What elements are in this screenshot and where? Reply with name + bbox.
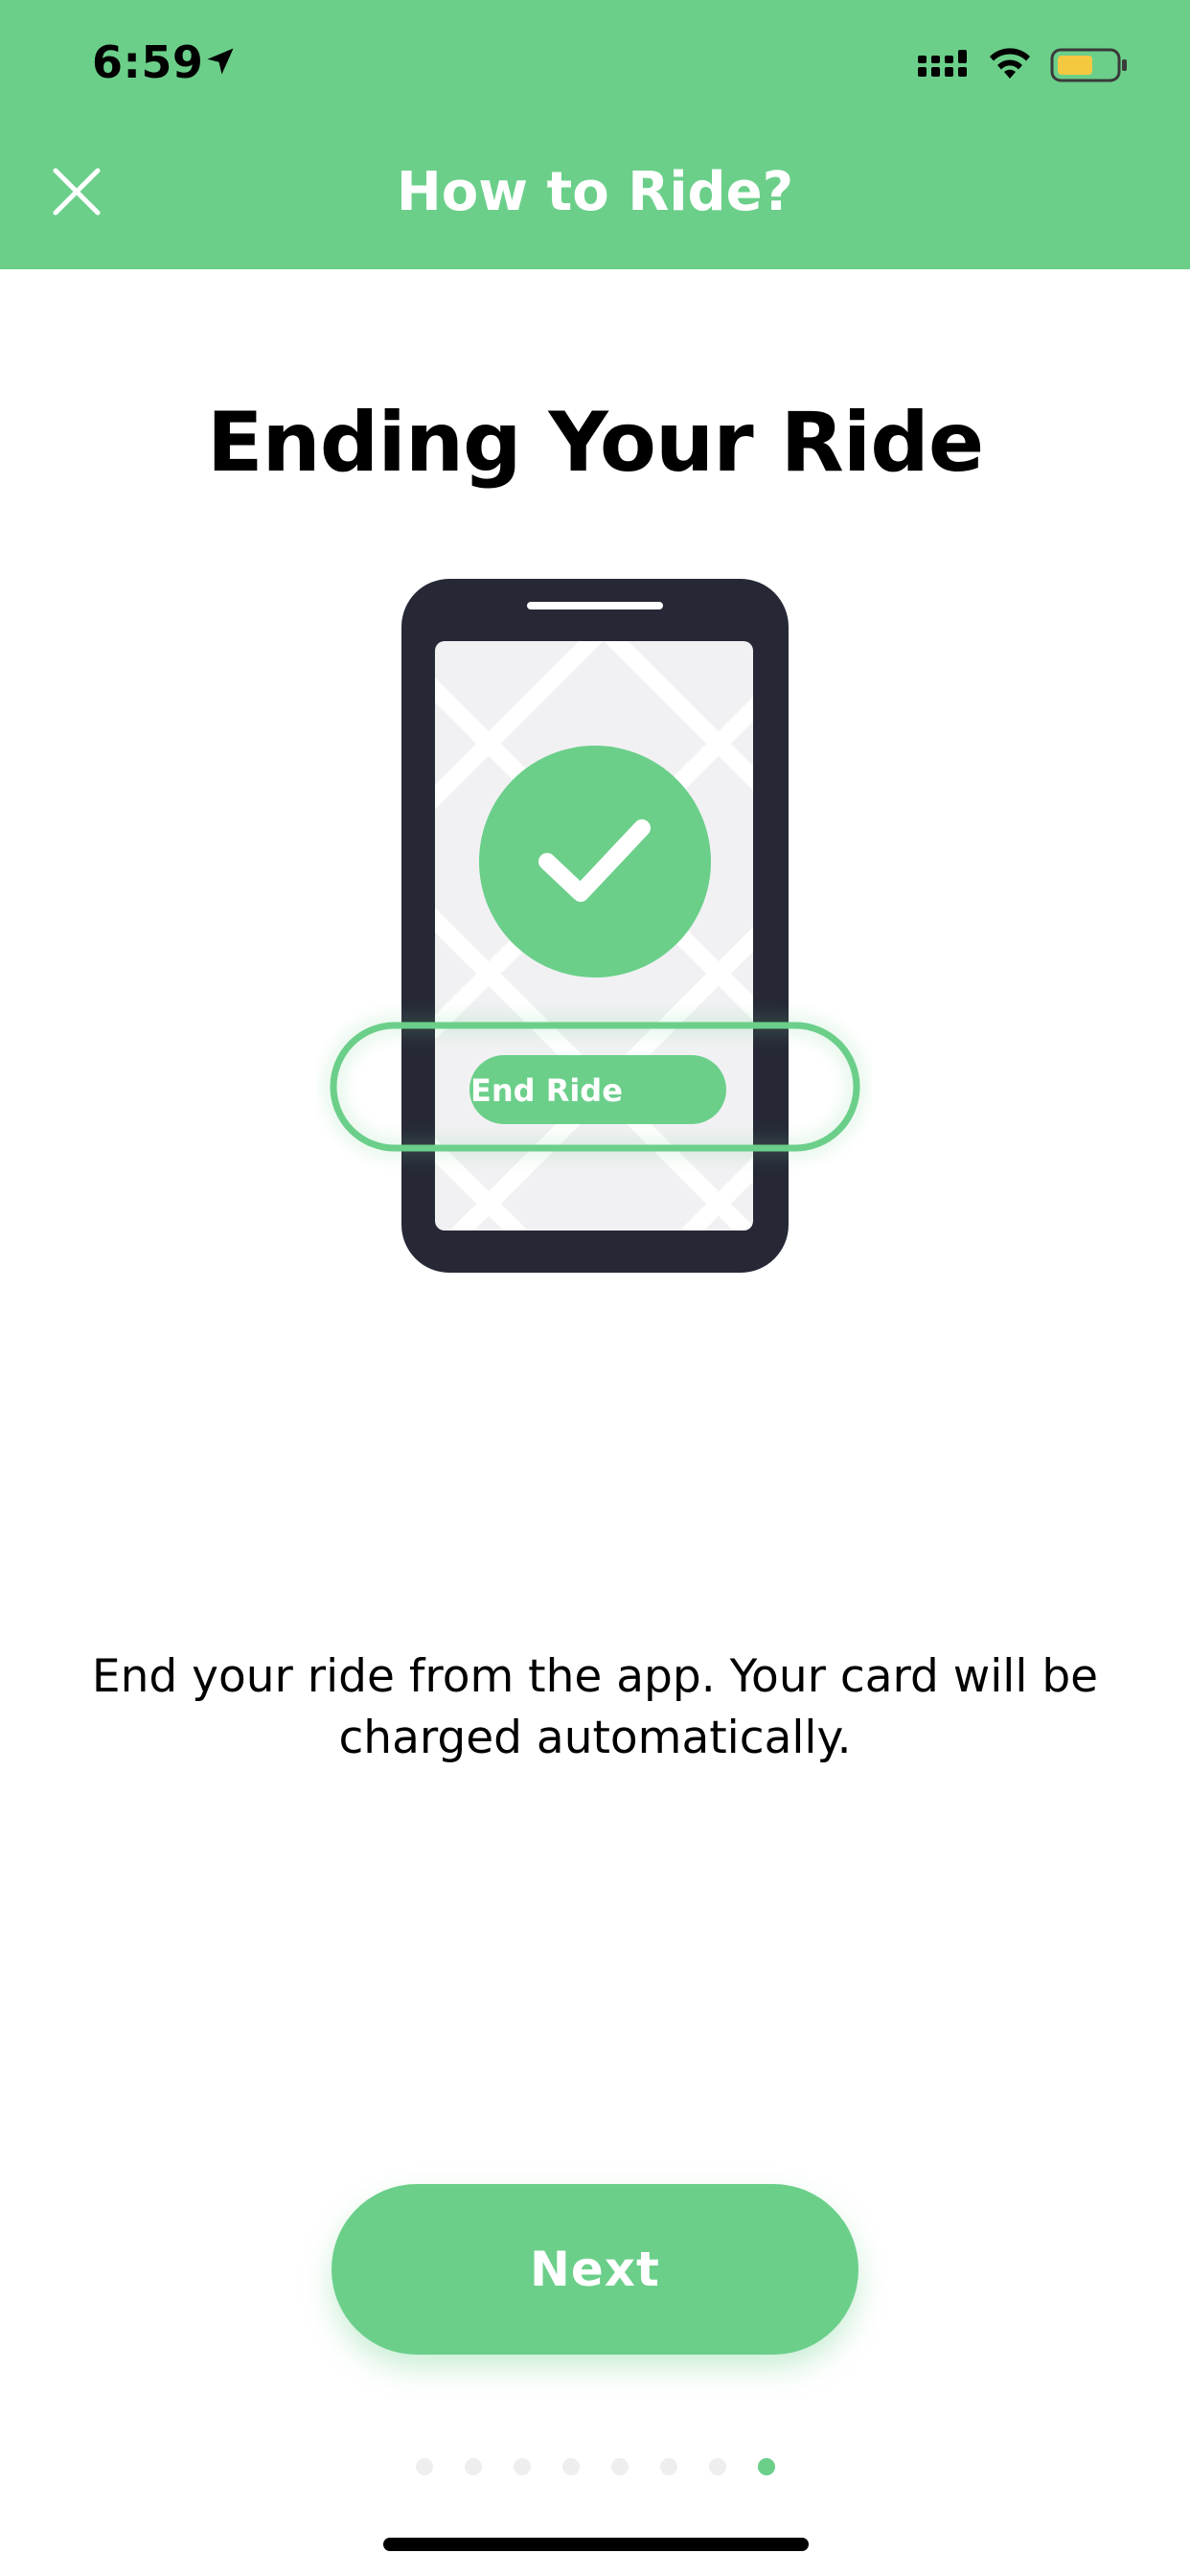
page-title: Ending Your Ride	[206, 395, 984, 491]
next-button[interactable]: Next	[332, 2184, 858, 2355]
phone-speaker	[527, 602, 663, 610]
pagination-dots	[0, 2458, 1190, 2475]
status-time: 6:59	[92, 36, 204, 88]
header-bar: 6:59 How to Ride?	[0, 0, 1190, 269]
home-indicator	[383, 2538, 809, 2551]
page-dot[interactable]	[708, 2458, 726, 2475]
status-bar: 6:59	[0, 0, 1190, 129]
cellular-signal-icon	[918, 50, 967, 77]
battery-icon	[1050, 48, 1127, 82]
wifi-icon	[990, 48, 1030, 79]
location-arrow-icon	[207, 48, 234, 75]
page-dot[interactable]	[561, 2458, 580, 2475]
page-dot[interactable]	[464, 2458, 482, 2475]
page-dot[interactable]	[659, 2458, 677, 2475]
phone-illustration: End Ride	[329, 579, 861, 1273]
page-dot[interactable]	[757, 2458, 775, 2475]
success-circle	[479, 746, 711, 978]
page-dot[interactable]	[513, 2458, 531, 2475]
illustration-end-ride-label: End Ride	[470, 1072, 623, 1109]
page-dot[interactable]	[415, 2458, 433, 2475]
description-text: End your ride from the app. Your card wi…	[91, 1650, 1099, 1764]
page-dot[interactable]	[610, 2458, 629, 2475]
header-title: How to Ride?	[396, 161, 794, 223]
